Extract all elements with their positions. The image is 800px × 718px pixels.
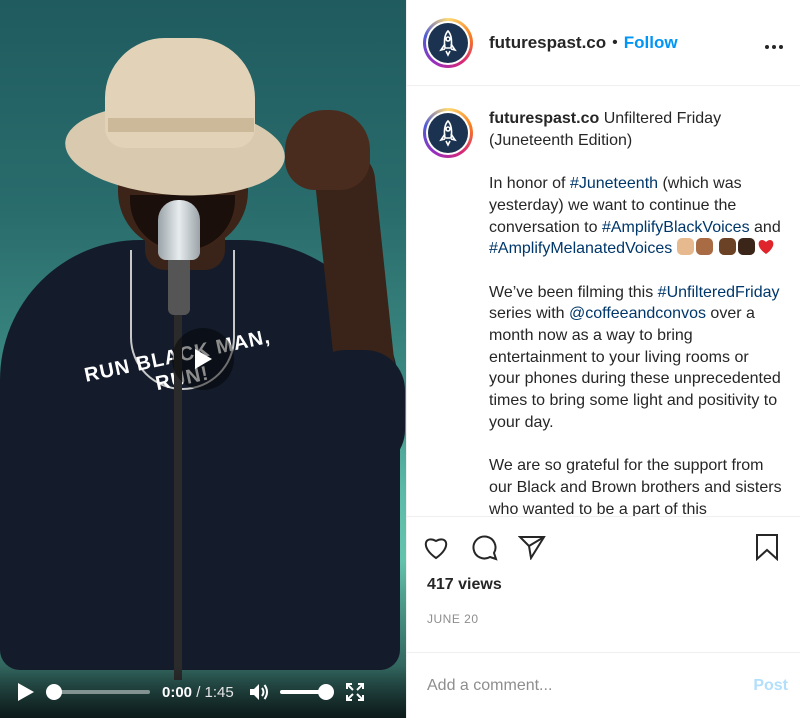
video-player[interactable]: RUN BLACK MAN, RUN! 0:00 / 1:45 (0, 0, 406, 718)
progress-handle[interactable] (46, 684, 62, 700)
caption-text-segment: series with (489, 305, 570, 323)
header-separator: • (612, 33, 618, 51)
hashtag-link[interactable]: #UnfilteredFriday (658, 284, 780, 301)
share-button[interactable] (517, 532, 547, 562)
caption-text-segment: over a month now as a way to bring enter… (489, 305, 781, 431)
volume-slider[interactable] (279, 684, 334, 700)
comment-icon (472, 535, 498, 561)
like-button[interactable] (421, 532, 451, 562)
current-time: 0:00 (162, 683, 193, 701)
post-date[interactable]: JUNE 20 (407, 612, 800, 632)
rocket-logo-icon (439, 119, 457, 147)
caption-text: futurespast.co Unfiltered Friday (Junete… (489, 108, 784, 516)
avatar[interactable] (423, 17, 473, 68)
post-header: futurespast.co • Follow (407, 0, 800, 86)
volume-icon (249, 684, 268, 700)
fullscreen-icon (345, 683, 364, 701)
mention-link[interactable]: @coffeeandconvos (569, 305, 706, 322)
header-username[interactable]: futurespast.co (489, 33, 606, 53)
hashtag-link[interactable]: #AmplifyBlackVoices (602, 219, 750, 236)
follow-button[interactable]: Follow (624, 33, 678, 53)
time-display: 0:00 / 1:45 (162, 684, 234, 701)
comment-button[interactable] (469, 532, 499, 562)
raised-fist-emoji-darkest (738, 238, 756, 256)
view-count[interactable]: 417 views (407, 576, 800, 600)
time-separator: / (192, 683, 205, 701)
fullscreen-button[interactable] (344, 681, 366, 703)
video-controls: 0:00 / 1:45 (0, 666, 406, 718)
play-icon (18, 683, 34, 701)
raised-fist-emoji-light (676, 238, 694, 256)
caption-avatar[interactable] (423, 108, 473, 158)
mic-stand (174, 260, 182, 680)
post-panel: futurespast.co • Follow futurespast.co U… (406, 0, 800, 718)
progress-bar[interactable] (46, 684, 150, 700)
action-bar (407, 516, 800, 576)
comment-box: Post (407, 652, 800, 718)
caption-text-segment: We’ve been filming this (489, 283, 658, 301)
hashtag-link[interactable]: #Juneteenth (570, 175, 658, 192)
post-comment-button[interactable]: Post (753, 677, 788, 695)
play-icon (195, 349, 212, 369)
rocket-logo-icon (439, 29, 457, 57)
caption-area[interactable]: futurespast.co Unfiltered Friday (Junete… (407, 86, 800, 516)
more-options-button[interactable] (764, 30, 784, 56)
share-icon (518, 535, 546, 560)
heart-icon (424, 538, 448, 559)
bookmark-icon (756, 533, 778, 561)
comment-input[interactable] (427, 676, 754, 695)
raised-fist-emoji-medium (695, 238, 713, 256)
more-icon (765, 44, 783, 49)
play-button[interactable] (14, 680, 38, 704)
caption-paragraph: We are so grateful for the support from … (489, 457, 782, 516)
center-play-button[interactable] (172, 328, 234, 390)
volume-handle[interactable] (317, 684, 334, 700)
microphone (158, 200, 200, 260)
raised-fist-emoji-dark (719, 238, 737, 256)
caption-text-segment: In honor of (489, 175, 570, 193)
hashtag-link[interactable]: #AmplifyMelanatedVoices (489, 240, 672, 257)
raised-arm (285, 110, 405, 470)
red-heart-emoji (758, 240, 774, 255)
caption-username[interactable]: futurespast.co (489, 110, 599, 127)
volume-button[interactable] (248, 681, 270, 703)
caption-text-segment: and (749, 218, 781, 236)
instagram-post: RUN BLACK MAN, RUN! 0:00 / 1:45 (0, 0, 800, 718)
duration: 1:45 (204, 683, 234, 701)
save-button[interactable] (752, 532, 782, 562)
